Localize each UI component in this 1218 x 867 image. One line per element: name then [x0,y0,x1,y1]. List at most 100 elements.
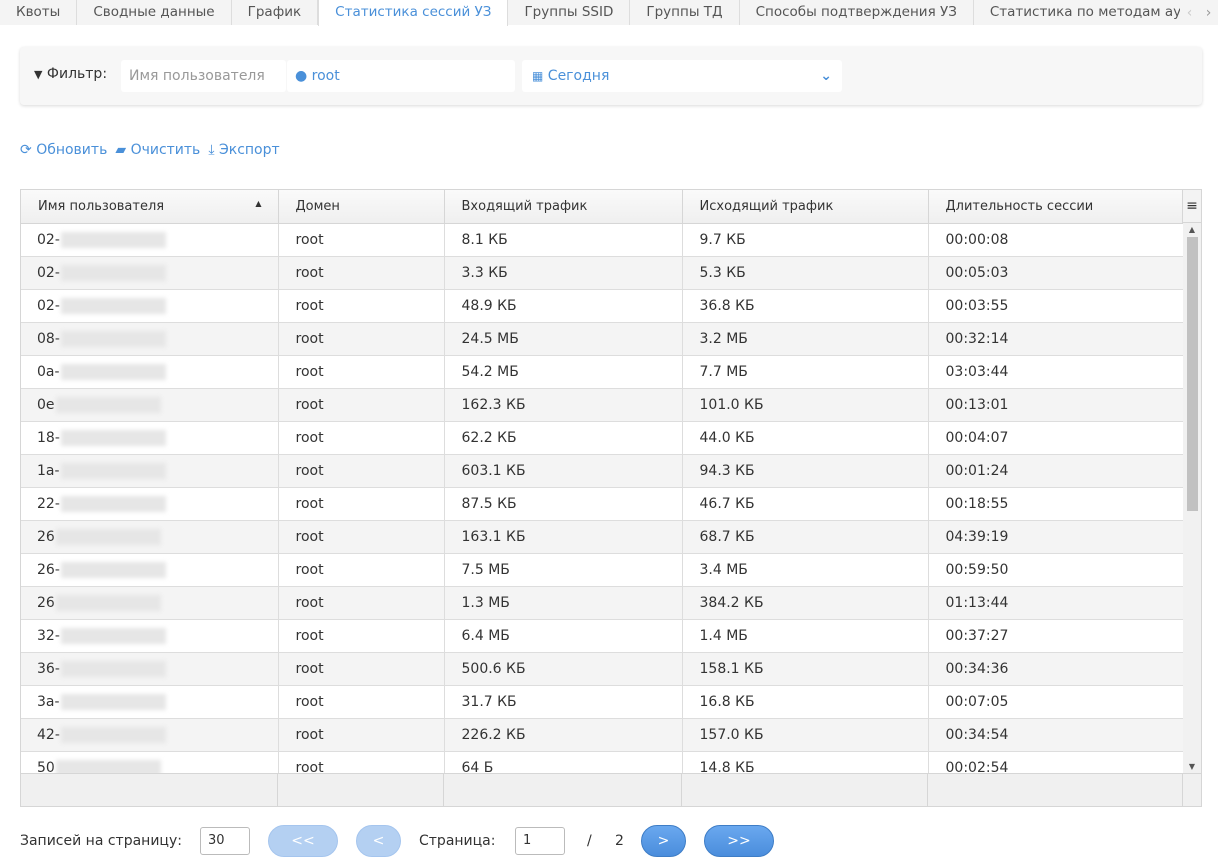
eraser-icon: ▰ [115,142,127,158]
cell-text: root [295,330,324,347]
table-row[interactable]: 26- root 7.5 МБ 3.4 МБ 00:59:50 [21,553,1184,587]
first-page-button[interactable]: << [268,825,338,857]
column-header[interactable]: Имя пользователя ▲ [21,190,279,224]
vertical-scrollbar[interactable]: ▲ ▼ [1183,223,1201,773]
column-header[interactable]: Длительность сессии [928,190,1184,224]
table-cell: 158.1 КБ [682,652,929,686]
table-cell: 3.3 КБ [444,256,683,290]
table-cell: 500.6 КБ [444,652,683,686]
table-cell: root [278,619,445,653]
domain-filter-input[interactable]: ● root [287,60,515,92]
table-row[interactable]: 26 root 163.1 КБ 68.7 КБ 04:39:19 [21,520,1184,554]
table-row[interactable]: 02- root 8.1 КБ 9.7 КБ 00:00:08 [21,223,1184,257]
table-cell: 162.3 КБ [444,388,683,422]
table-row[interactable]: 02- root 48.9 КБ 36.8 КБ 00:03:55 [21,289,1184,323]
table-cell: 157.0 КБ [682,718,929,752]
column-header[interactable]: Входящий трафик [444,190,683,224]
cell-text: root [295,693,324,710]
cell-text: 68.7 КБ [699,528,755,545]
table-cell: 00:34:54 [928,718,1184,752]
chevron-down-icon: ⌄ [820,68,832,84]
tab-4[interactable]: Группы SSID [508,0,631,25]
cell-text: 0a- [37,363,60,380]
cell-text: 1.4 МБ [699,627,748,644]
cell-text: root [295,264,324,281]
tab-5[interactable]: Группы ТД [630,0,740,25]
next-page-button[interactable]: > [641,825,686,857]
scroll-up-icon[interactable]: ▲ [1183,225,1201,234]
sort-asc-icon: ▲ [255,199,262,208]
table-cell: 31.7 КБ [444,685,683,719]
page-input[interactable]: 1 [515,827,565,855]
scroll-down-icon[interactable]: ▼ [1183,762,1201,771]
scrollbar-thumb[interactable] [1187,237,1198,511]
table-cell: 1.4 МБ [682,619,929,653]
cell-text: 3.3 КБ [461,264,508,281]
table-row[interactable]: 42- root 226.2 КБ 157.0 КБ 00:34:54 [21,718,1184,752]
table-cell: root [278,553,445,587]
table-row[interactable]: 0a-root 54.2 МБ 7.7 МБ 03:03:44 [21,355,1184,389]
table-cell: 54.2 МБ [444,355,683,389]
table-cell: root [278,652,445,686]
table-cell: 87.5 КБ [444,487,683,521]
redacted-username [60,429,166,446]
cell-text: 22- [37,495,60,512]
column-header-label: Входящий трафик [461,198,588,214]
tab-2[interactable]: График [231,0,319,25]
table-cell: 00:13:01 [928,388,1184,422]
table-cell: 01:13:44 [928,586,1184,620]
prev-page-button[interactable]: < [356,825,401,857]
per-page-input[interactable]: 30 [200,827,250,855]
chevron-right-icon[interactable]: › [1206,5,1212,21]
redacted-username [60,462,166,479]
cell-text: root [295,429,324,446]
period-select[interactable]: ▦ Сегодня ⌄ [522,60,842,92]
cell-text: 500.6 КБ [461,660,526,677]
cell-text: 00:18:55 [945,495,1009,512]
cell-text: 36- [37,660,60,677]
tab-0[interactable]: Квоты [0,0,78,25]
redacted-username [60,660,166,677]
table-row[interactable]: 36- root 500.6 КБ 158.1 КБ 00:34:36 [21,652,1184,686]
table-row[interactable]: 3a-root 31.7 КБ 16.8 КБ 00:07:05 [21,685,1184,719]
cell-text: 00:34:54 [945,726,1009,743]
refresh-icon: ⟳ [20,142,32,158]
table-row[interactable]: 18- root 62.2 КБ 44.0 КБ 00:04:07 [21,421,1184,455]
tab-7[interactable]: Статистика по методам ау [973,0,1199,25]
last-page-button[interactable]: >> [704,825,774,857]
cell-text: 3.2 МБ [699,330,748,347]
column-menu-icon[interactable]: ≡ [1182,190,1201,223]
table-cell: 7.7 МБ [682,355,929,389]
column-header[interactable]: Домен [278,190,445,224]
chevron-left-icon[interactable]: ‹ [1187,5,1193,21]
table-row[interactable]: 0e root 162.3 КБ 101.0 КБ 00:13:01 [21,388,1184,422]
export-button[interactable]: ⤓ Экспорт [208,142,279,158]
cell-text: 158.1 КБ [699,660,764,677]
sessions-grid: Имя пользователя ▲ Домен Входящий трафик Исх… [20,189,1202,807]
tab-1[interactable]: Сводные данные [77,0,232,25]
table-row[interactable]: 26 root 1.3 МБ 384.2 КБ 01:13:44 [21,586,1184,620]
table-row[interactable]: 32- root 6.4 МБ 1.4 МБ 00:37:27 [21,619,1184,653]
tab-6[interactable]: Способы подтверждения УЗ [739,0,974,25]
column-header-label: Домен [295,198,340,214]
table-cell: 00:03:55 [928,289,1184,323]
table-cell: 00:32:14 [928,322,1184,356]
cell-text: root [295,495,324,512]
table-row[interactable]: 08- root 24.5 МБ 3.2 МБ 00:32:14 [21,322,1184,356]
clear-button[interactable]: ▰ Очистить [115,142,200,158]
table-row[interactable]: 22- root 87.5 КБ 46.7 КБ 00:18:55 [21,487,1184,521]
tab-3[interactable]: Статистика сессий УЗ [318,0,509,26]
column-header[interactable]: Исходящий трафик [682,190,929,224]
table-cell: 00:18:55 [928,487,1184,521]
table-row[interactable]: 1a-root 603.1 КБ 94.3 КБ 00:01:24 [21,454,1184,488]
cell-text: 26 [37,594,55,611]
username-filter-input[interactable]: Имя пользователя [121,60,286,92]
table-cell: 7.5 МБ [444,553,683,587]
table-row[interactable]: 02- root 3.3 КБ 5.3 КБ 00:05:03 [21,256,1184,290]
table-cell: 3.4 МБ [682,553,929,587]
filter-panel: ▼ Фильтр: Имя пользователя ● root ▦ Сего… [20,47,1202,105]
cell-text: root [295,561,324,578]
refresh-button[interactable]: ⟳ Обновить [20,142,107,158]
cell-text: 08- [37,330,60,347]
cell-text: 44.0 КБ [699,429,755,446]
